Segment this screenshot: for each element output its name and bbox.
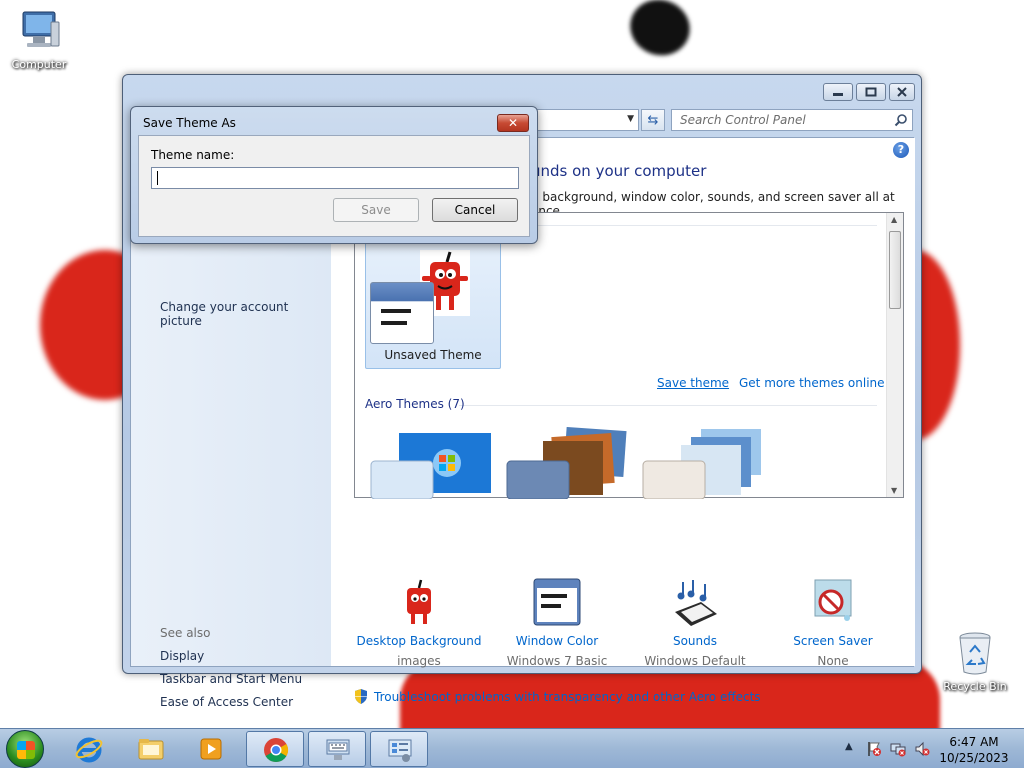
sounds-value: Windows Default bbox=[644, 654, 746, 668]
clock-time: 6:47 AM bbox=[949, 735, 999, 749]
search-box[interactable]: Search Control Panel bbox=[671, 109, 913, 131]
cancel-button[interactable]: Cancel bbox=[432, 198, 518, 222]
window-color-icon bbox=[533, 578, 581, 628]
desktop-icon-label: Computer bbox=[11, 58, 67, 71]
scrollbar-thumb[interactable] bbox=[889, 231, 901, 309]
save-theme-link[interactable]: Save theme bbox=[657, 376, 729, 390]
theme-name-label: Theme name: bbox=[151, 148, 235, 162]
scroll-up-icon[interactable]: ▲ bbox=[891, 215, 897, 224]
window-color-setting[interactable]: Window Color Windows 7 Basic bbox=[492, 578, 622, 668]
close-icon: ✕ bbox=[507, 116, 519, 130]
help-icon[interactable]: ? bbox=[893, 142, 909, 158]
close-button[interactable] bbox=[889, 83, 915, 101]
recycle-bin-icon bbox=[951, 630, 999, 676]
sounds-icon bbox=[671, 578, 719, 628]
save-button[interactable]: Save bbox=[333, 198, 419, 222]
nav-link-ease-of-access[interactable]: Ease of Access Center bbox=[160, 695, 293, 709]
wallpaper-shape bbox=[622, 0, 698, 64]
action-center-flag-icon[interactable] bbox=[866, 741, 882, 757]
desktop-background-title: Desktop Background bbox=[356, 634, 482, 648]
media-player-icon bbox=[200, 738, 222, 760]
search-placeholder: Search Control Panel bbox=[680, 113, 806, 127]
desktop-icon-recycle-bin[interactable]: Recycle Bin bbox=[940, 630, 1010, 693]
desktop-background-icon bbox=[395, 578, 443, 628]
taskbar: ▲ 6:47 AM 10/25/2023 bbox=[0, 728, 1024, 768]
screen-saver-value: None bbox=[817, 654, 849, 668]
windows-logo-icon bbox=[17, 741, 35, 759]
keyboard-icon bbox=[326, 739, 350, 760]
theme-name-input[interactable] bbox=[151, 167, 519, 189]
screen-saver-title: Screen Saver bbox=[793, 634, 873, 648]
show-hidden-icons-button[interactable]: ▲ bbox=[845, 741, 853, 752]
chevron-down-icon[interactable]: ▼ bbox=[627, 114, 634, 124]
theme-list-scrollbar[interactable]: ▲ ▼ bbox=[886, 213, 903, 497]
screen-saver-icon bbox=[809, 578, 857, 628]
maximize-button[interactable] bbox=[856, 83, 886, 101]
minimize-icon bbox=[833, 93, 843, 96]
desktop-icon-computer[interactable]: Computer bbox=[4, 8, 74, 71]
start-button[interactable] bbox=[6, 730, 44, 768]
troubleshoot-label: Troubleshoot problems with transparency … bbox=[374, 690, 761, 704]
sounds-setting[interactable]: Sounds Windows Default bbox=[630, 578, 760, 668]
save-theme-as-dialog: Save Theme As ✕ Theme name: Save Cancel bbox=[130, 106, 538, 244]
address-bar[interactable]: ▼ bbox=[523, 109, 639, 131]
scroll-down-icon[interactable]: ▼ bbox=[891, 486, 897, 495]
text-caret bbox=[157, 171, 158, 185]
divider bbox=[459, 405, 877, 406]
get-more-themes-link[interactable]: Get more themes online bbox=[739, 376, 885, 390]
aero-theme-architecture[interactable] bbox=[505, 426, 629, 500]
aero-theme-windows-7[interactable] bbox=[369, 427, 493, 500]
folder-icon bbox=[138, 739, 164, 760]
aero-themes-heading: Aero Themes (7) bbox=[365, 397, 465, 411]
taskbar-file-explorer[interactable] bbox=[122, 731, 180, 767]
desktop-background-setting[interactable]: Desktop Background images bbox=[354, 578, 484, 668]
page-heading: unds on your computer bbox=[531, 162, 707, 180]
system-clock[interactable]: 6:47 AM 10/25/2023 bbox=[934, 734, 1014, 766]
aero-theme-characters[interactable] bbox=[641, 427, 765, 500]
nav-link-display[interactable]: Display bbox=[160, 649, 204, 663]
dialog-body: Theme name: Save Cancel bbox=[138, 135, 530, 237]
dialog-close-button[interactable]: ✕ bbox=[497, 114, 529, 132]
nav-link-taskbar[interactable]: Taskbar and Start Menu bbox=[160, 672, 302, 686]
refresh-icon: ⇆ bbox=[647, 112, 659, 128]
taskbar-media-player[interactable] bbox=[182, 731, 240, 767]
desktop-icon-label: Recycle Bin bbox=[943, 680, 1007, 693]
volume-muted-icon[interactable] bbox=[914, 741, 930, 757]
close-icon bbox=[897, 87, 907, 97]
taskbar-control-panel[interactable] bbox=[370, 731, 428, 767]
taskbar-chrome[interactable] bbox=[246, 731, 304, 767]
unsaved-theme-tile[interactable]: Unsaved Theme bbox=[365, 237, 501, 369]
network-icon[interactable] bbox=[890, 741, 906, 757]
shield-icon bbox=[355, 689, 367, 704]
search-icon[interactable] bbox=[894, 113, 908, 127]
minimize-button[interactable] bbox=[823, 83, 853, 101]
window-color-value: Windows 7 Basic bbox=[506, 654, 608, 668]
refresh-button[interactable]: ⇆ bbox=[641, 109, 665, 131]
maximize-icon bbox=[865, 87, 877, 97]
troubleshoot-aero-link[interactable]: Troubleshoot problems with transparency … bbox=[354, 689, 761, 704]
nav-link-account-picture[interactable]: Change your account picture bbox=[160, 300, 331, 328]
screen-saver-setting[interactable]: Screen Saver None bbox=[768, 578, 898, 668]
window-color-title: Window Color bbox=[515, 634, 599, 648]
clock-date: 10/25/2023 bbox=[939, 751, 1009, 765]
taskbar-on-screen-keyboard[interactable] bbox=[308, 731, 366, 767]
dialog-title: Save Theme As bbox=[143, 116, 236, 130]
desktop-background-value: images bbox=[397, 654, 441, 668]
see-also-heading: See also bbox=[160, 626, 211, 640]
sounds-title: Sounds bbox=[672, 634, 718, 648]
control-panel-icon bbox=[388, 739, 412, 762]
window-color-thumbnail bbox=[370, 282, 434, 344]
internet-explorer-icon bbox=[75, 737, 103, 763]
chrome-icon bbox=[264, 738, 289, 763]
window-caption-buttons bbox=[823, 83, 915, 101]
unsaved-theme-label: Unsaved Theme bbox=[384, 348, 482, 362]
computer-icon bbox=[15, 8, 63, 54]
taskbar-internet-explorer[interactable] bbox=[60, 731, 118, 767]
theme-list: Unsaved Theme Save theme Get more themes… bbox=[354, 212, 904, 500]
